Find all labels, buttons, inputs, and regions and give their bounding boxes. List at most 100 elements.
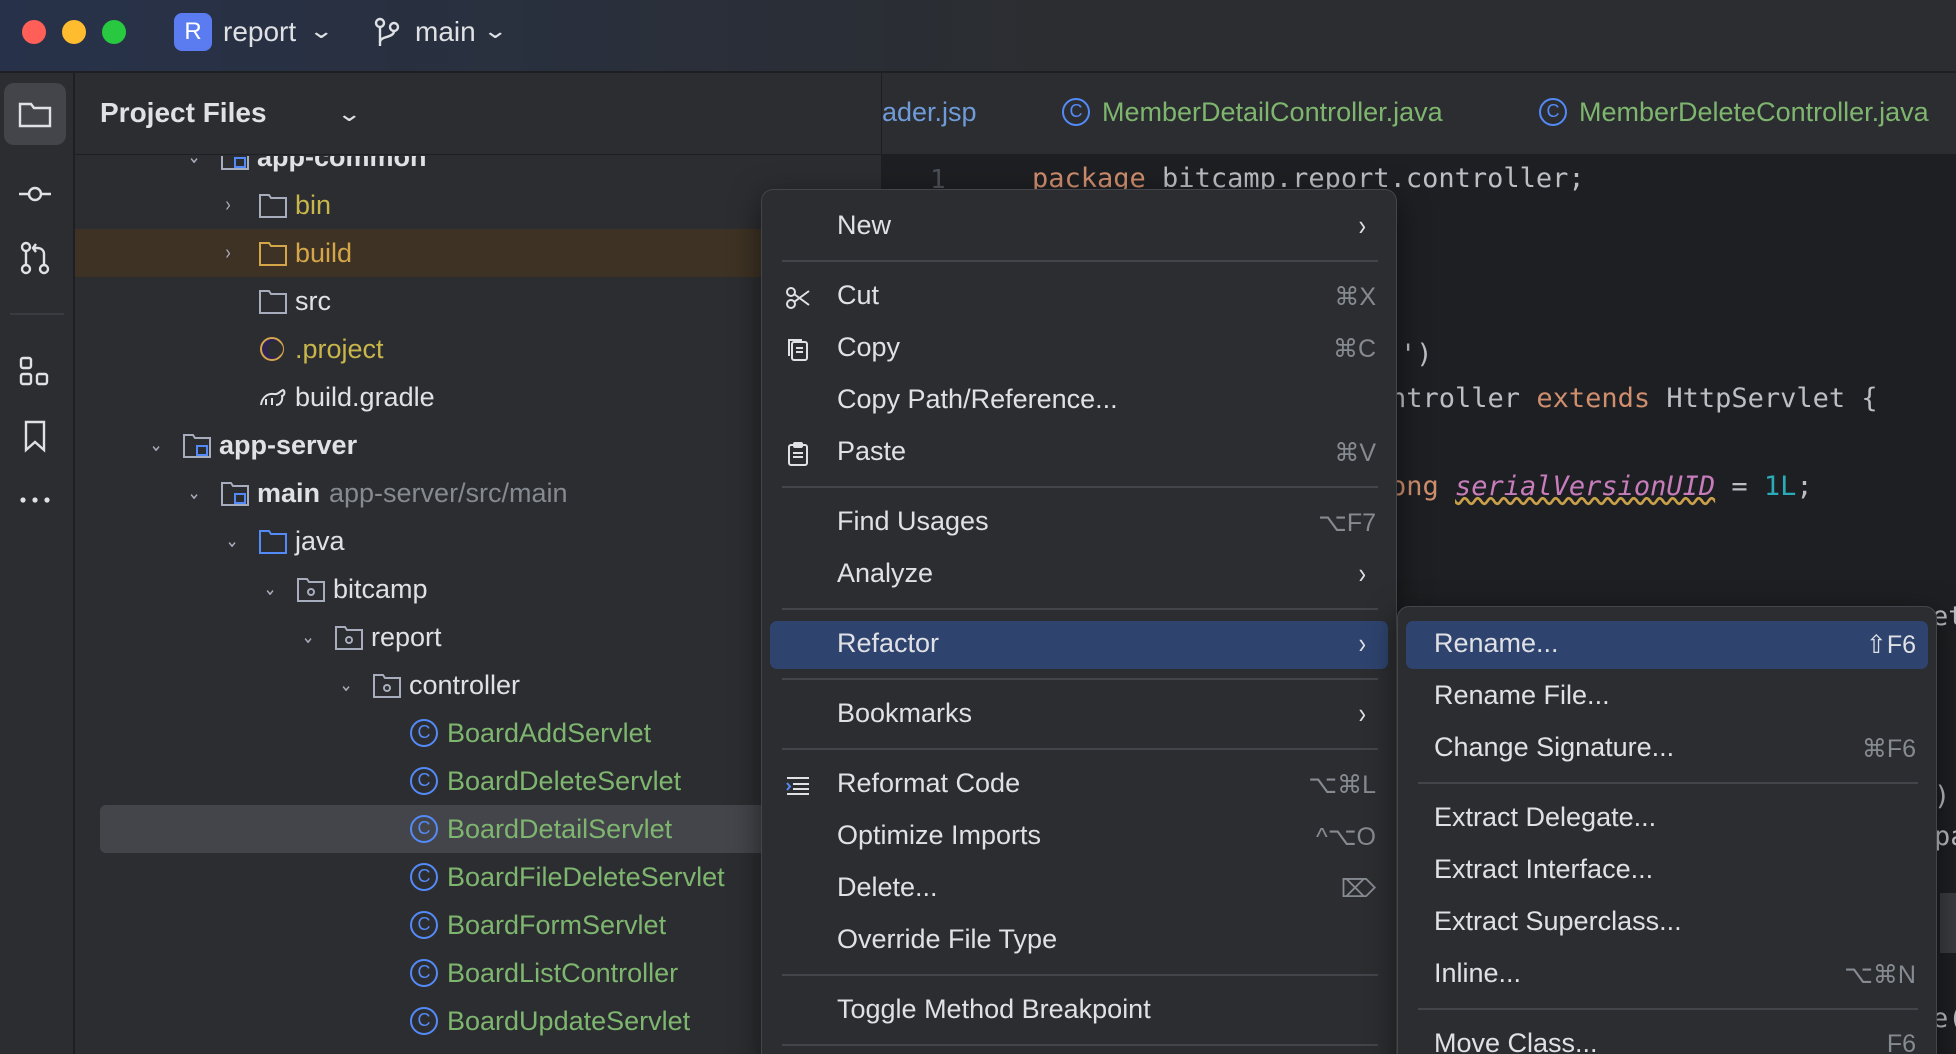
chevron-down-icon[interactable]: ⌄: [149, 421, 168, 469]
editor-tab[interactable]: C MemberDetailController.java: [1062, 97, 1443, 128]
tree-item-label: controller: [409, 670, 521, 700]
tab-label: MemberDeleteController.java: [1579, 97, 1929, 127]
submenu-item-extract-superclass[interactable]: Extract Superclass...: [1406, 899, 1928, 947]
pull-requests-tool-button[interactable]: [4, 227, 66, 289]
folder-icon: [259, 194, 287, 218]
menu-item-copy[interactable]: Copy ⌘C: [770, 325, 1388, 373]
menu-item-label: Delete...: [837, 872, 938, 902]
menu-item-refactor[interactable]: Refactor ›: [770, 621, 1388, 669]
tree-item-label: src: [295, 286, 331, 316]
close-window-button[interactable]: [22, 20, 46, 44]
more-tools-button[interactable]: [4, 469, 66, 531]
menu-item-label: Copy Path/Reference...: [837, 384, 1118, 414]
menu-item-analyze[interactable]: Analyze ›: [770, 551, 1388, 599]
submenu-item-change-signature[interactable]: Change Signature... ⌘F6: [1406, 725, 1928, 773]
editor-tab[interactable]: ader.jsp: [882, 97, 977, 128]
menu-item-override-file-type[interactable]: Override File Type: [770, 917, 1388, 965]
chevron-down-icon[interactable]: ⌄: [263, 565, 282, 613]
structure-tool-button[interactable]: [4, 341, 66, 403]
package-icon: [297, 578, 325, 602]
menu-item-label: Refactor: [837, 628, 940, 658]
zoom-window-button[interactable]: [102, 20, 126, 44]
menu-item-reformat-code[interactable]: Reformat Code ⌥⌘L: [770, 761, 1388, 809]
code-text: =: [1715, 471, 1764, 502]
menu-item-paste[interactable]: Paste ⌘V: [770, 429, 1388, 477]
code-number: 1L: [1763, 471, 1797, 502]
code-keyword: ong: [1390, 471, 1456, 502]
menu-shortcut: ⌘F6: [1861, 735, 1916, 763]
chevron-down-icon[interactable]: ⌄: [187, 469, 206, 517]
menu-shortcut: ⌥F7: [1318, 509, 1376, 537]
more-icon: [20, 497, 50, 503]
code-fragment: ntroller extends HttpServlet {: [1390, 383, 1878, 414]
chevron-right-icon[interactable]: ›: [225, 181, 244, 229]
tool-window-strip: [0, 73, 74, 1054]
menu-item-new[interactable]: New ›: [770, 203, 1388, 251]
menu-shortcut: ⇧F6: [1865, 631, 1916, 659]
tree-item-hint: app-server/src/main: [329, 478, 568, 508]
tree-item-label: BoardFormServlet: [447, 910, 667, 940]
code-text: ntroller: [1390, 383, 1537, 414]
menu-item-label: Move Class...: [1434, 1028, 1598, 1054]
chevron-down-icon[interactable]: ⌄: [336, 101, 362, 127]
module-folder-icon: [183, 434, 211, 458]
menu-item-delete[interactable]: Delete... ⌦: [770, 865, 1388, 913]
menu-item-label: Optimize Imports: [837, 820, 1042, 850]
menu-item-toggle-method-breakpoint[interactable]: Toggle Method Breakpoint: [770, 987, 1388, 1035]
class-icon: C: [410, 959, 438, 987]
menu-shortcut: F6: [1886, 1030, 1916, 1054]
tree-item-label: bitcamp: [333, 574, 428, 604]
commit-icon: [19, 186, 51, 202]
project-view-selector[interactable]: Project Files: [100, 97, 267, 129]
code-fragment: ).: [1934, 781, 1956, 812]
submenu-item-move-class[interactable]: Move Class... F6: [1406, 1021, 1928, 1054]
menu-item-optimize-imports[interactable]: Optimize Imports ^⌥O: [770, 813, 1388, 861]
code-text: ;: [1796, 471, 1813, 502]
menu-item-label: Change Signature...: [1434, 732, 1675, 762]
chevron-down-icon[interactable]: ⌄: [339, 661, 358, 709]
class-icon: C: [410, 815, 438, 843]
tree-item-label: app-server: [219, 430, 358, 460]
bookmarks-tool-button[interactable]: [4, 405, 66, 467]
chevron-right-icon: ›: [1358, 697, 1366, 730]
menu-item-bookmarks[interactable]: Bookmarks ›: [770, 691, 1388, 739]
package-icon: [335, 626, 363, 650]
tree-item-label: java: [295, 526, 345, 556]
chevron-down-icon[interactable]: ⌄: [301, 613, 320, 661]
code-fragment: '): [1400, 339, 1433, 370]
class-icon: C: [410, 719, 438, 747]
editor-tab[interactable]: C MemberDeleteController.java: [1539, 97, 1929, 128]
menu-item-label: Reformat Code: [837, 768, 1021, 798]
pull-request-icon: [20, 241, 50, 275]
menu-item-label: Toggle Method Breakpoint: [837, 994, 1151, 1024]
tree-item-label: bin: [295, 190, 332, 220]
tree-item-label: BoardFileDeleteServlet: [447, 862, 725, 892]
menu-item-label: Extract Interface...: [1434, 854, 1654, 884]
submenu-item-rename[interactable]: Rename... ⇧F6: [1406, 621, 1928, 669]
submenu-item-rename-file[interactable]: Rename File...: [1406, 673, 1928, 721]
menu-item-label: Analyze: [837, 558, 934, 588]
tree-item-label: build.gradle: [295, 382, 435, 412]
menu-item-copy-path[interactable]: Copy Path/Reference...: [770, 377, 1388, 425]
menu-shortcut: ⌘V: [1334, 439, 1376, 467]
chevron-down-icon[interactable]: ⌄: [225, 517, 244, 565]
submenu-item-extract-delegate[interactable]: Extract Delegate...: [1406, 795, 1928, 843]
submenu-item-extract-interface[interactable]: Extract Interface...: [1406, 847, 1928, 895]
menu-item-find-usages[interactable]: Find Usages ⌥F7: [770, 499, 1388, 547]
menu-separator: [782, 974, 1378, 976]
project-name: report: [223, 16, 297, 47]
chevron-right-icon[interactable]: ›: [225, 229, 244, 277]
tree-item-label: BoardDetailServlet: [447, 814, 673, 844]
submenu-item-inline[interactable]: Inline... ⌥⌘N: [1406, 951, 1928, 999]
chevron-right-icon: ›: [1358, 209, 1366, 242]
code-field: serialVersionUID: [1455, 471, 1716, 502]
menu-shortcut: ⌦: [1340, 875, 1376, 903]
menu-separator: [782, 486, 1378, 488]
class-icon: C: [410, 863, 438, 891]
editor-scrollbar[interactable]: [1940, 893, 1956, 953]
menu-item-cut[interactable]: Cut ⌘X: [770, 273, 1388, 321]
commit-tool-button[interactable]: [4, 163, 66, 225]
project-tool-button[interactable]: [4, 83, 66, 145]
minimize-window-button[interactable]: [62, 20, 86, 44]
tab-label: MemberDetailController.java: [1102, 97, 1443, 127]
